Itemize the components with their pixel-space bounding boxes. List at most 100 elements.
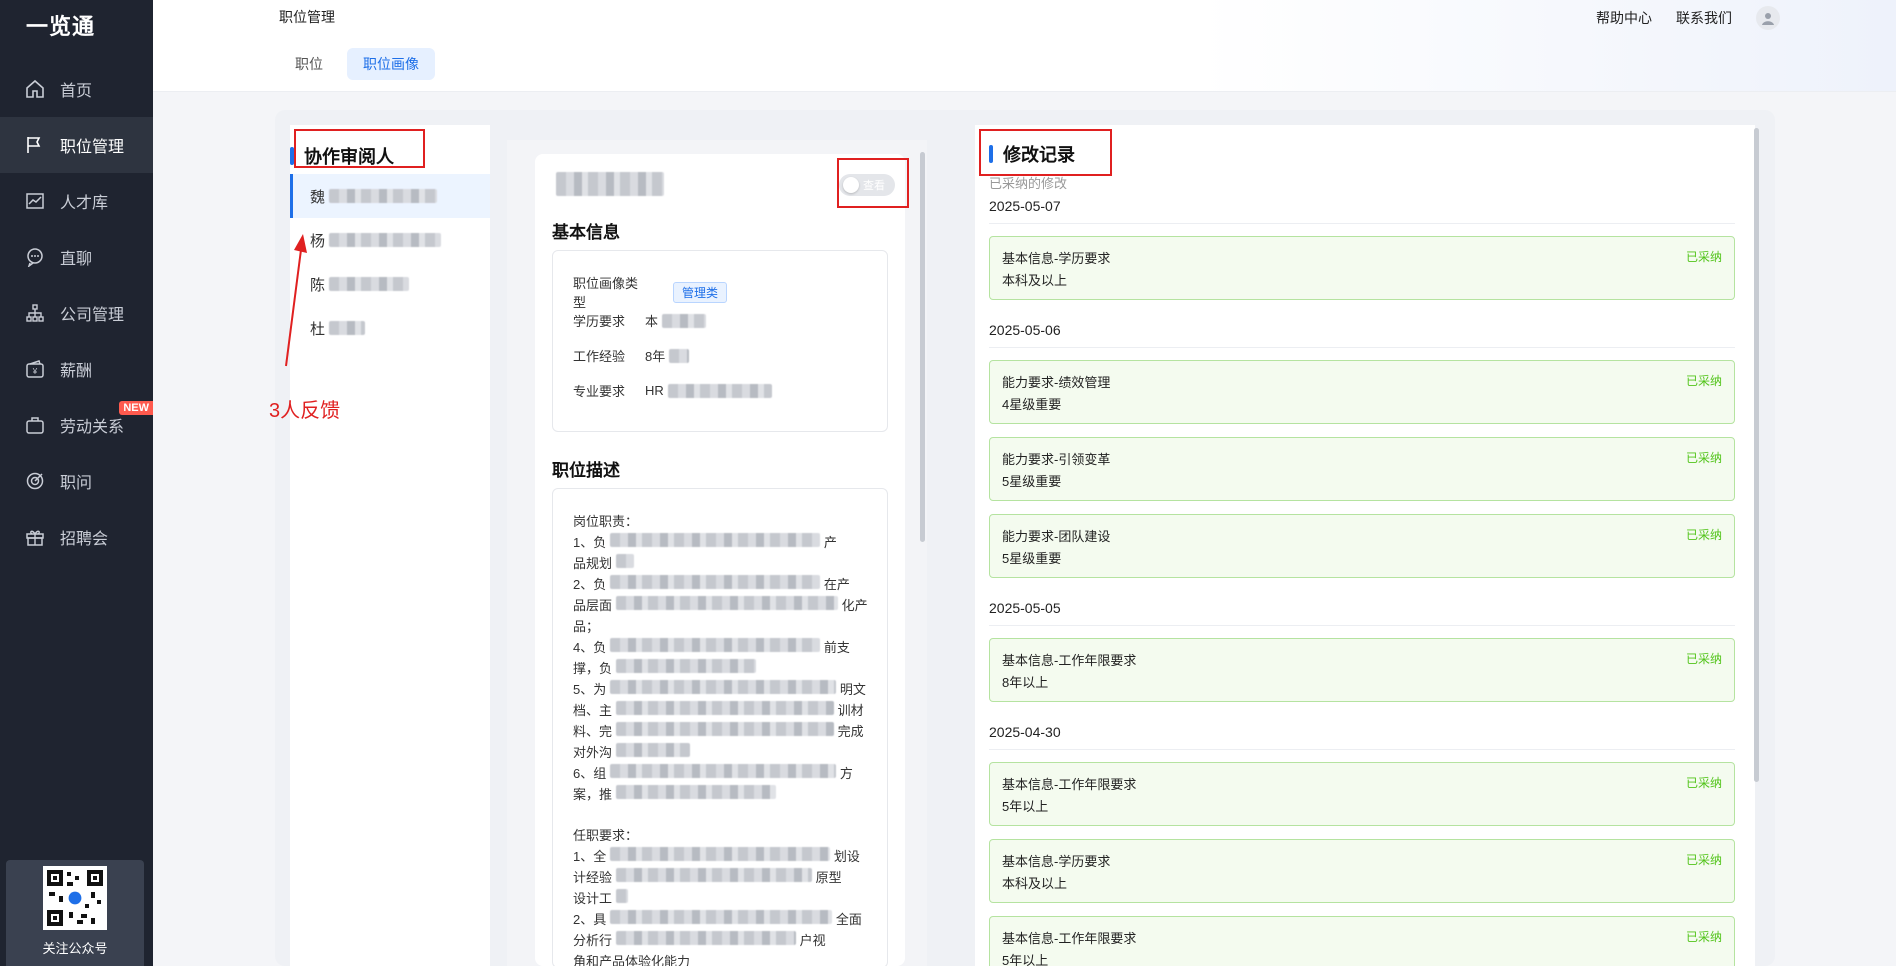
- desc-text: 撑，负: [573, 661, 613, 676]
- record-value: 5年以上: [1002, 799, 1049, 814]
- desc-text: 4、负: [573, 640, 607, 655]
- nav-item-label: 招聘会: [60, 531, 109, 548]
- desc-line: 4、负 前支: [573, 637, 850, 656]
- reviewer-name: 杨: [310, 232, 326, 250]
- reviewer-item[interactable]: 陈: [290, 262, 490, 306]
- record-date: 2025-04-30: [989, 724, 1061, 740]
- record-item[interactable]: 基本信息-工作年限要求 5年以上 已采纳: [989, 916, 1735, 966]
- desc-line: 料、完 完成: [573, 721, 864, 740]
- record-item[interactable]: 能力要求-绩效管理 4星级重要 已采纳: [989, 360, 1735, 424]
- desc-text: 方: [839, 766, 853, 781]
- info-row-education: 学历要求 本: [573, 311, 707, 330]
- record-status: 已采纳: [1685, 930, 1722, 944]
- avatar[interactable]: [1756, 6, 1780, 30]
- contact-us-link[interactable]: 联系我们: [1676, 8, 1732, 28]
- nav-item-label: 人才库: [60, 195, 109, 212]
- record-value: 5星级重要: [1002, 474, 1062, 489]
- nav-item-label: 直聊: [60, 251, 93, 268]
- nav-item-home[interactable]: 首页: [0, 61, 153, 117]
- nav-item-company[interactable]: 公司管理: [0, 285, 153, 341]
- annotation-box-reviewers: [294, 129, 425, 168]
- record-title: 能力要求-团队建设: [1002, 529, 1111, 544]
- job-desc-box: 岗位职责： 1、负 产 品规划 2、负 在产 品层面 化产 品； 4、负 前支 …: [552, 488, 888, 966]
- tab-job-profile[interactable]: 职位画像: [347, 48, 435, 80]
- records-scrollbar[interactable]: [1754, 128, 1759, 782]
- desc-text: 品规划: [573, 556, 613, 571]
- help-center-link[interactable]: 帮助中心: [1596, 8, 1652, 28]
- req-line: 角和产品体验化能力: [573, 951, 690, 966]
- reviewer-name: 杜: [310, 320, 326, 338]
- redacted-text: [616, 785, 777, 799]
- nav-item-job-fair[interactable]: 招聘会: [0, 509, 153, 565]
- record-item[interactable]: 基本信息-学历要求 本科及以上 已采纳: [989, 236, 1735, 300]
- gift-icon: [24, 526, 46, 548]
- desc-text: 1、全: [573, 849, 607, 864]
- record-title: 基本信息-工作年限要求: [1002, 653, 1137, 668]
- target-icon: [24, 470, 46, 492]
- redacted-value: [669, 348, 690, 363]
- reviewer-item[interactable]: 魏: [290, 174, 490, 218]
- redacted-text: [610, 764, 837, 778]
- record-date: 2025-05-05: [989, 600, 1061, 616]
- record-title: 基本信息-工作年限要求: [1002, 777, 1137, 792]
- req-line: 2、具 全面: [573, 909, 862, 928]
- nav-item-chat[interactable]: 直聊: [0, 229, 153, 285]
- basic-info-box: 职位画像类型 管理类 学历要求 本 工作经验 8年 专业要求 HR: [552, 250, 888, 432]
- profile-scrollbar[interactable]: [920, 152, 925, 542]
- header-actions: 帮助中心 联系我们: [1572, 6, 1780, 30]
- profile-column: 查看 基本信息 职位画像类型 管理类 学历要求 本 工作经验 8年 专业要求 H…: [507, 140, 927, 966]
- date-divider: [989, 347, 1735, 348]
- redacted-name: [329, 321, 366, 335]
- date-divider: [989, 749, 1735, 750]
- desc-text: 品；: [573, 619, 600, 634]
- record-item[interactable]: 能力要求-团队建设 5星级重要 已采纳: [989, 514, 1735, 578]
- reviewer-item[interactable]: 杨: [290, 218, 490, 262]
- desc-text: 训材: [837, 703, 864, 718]
- duty-header: 岗位职责：: [573, 514, 639, 529]
- redacted-text: [610, 533, 821, 547]
- record-value: 5年以上: [1002, 953, 1049, 966]
- desc-line: 案，推: [573, 784, 777, 803]
- record-title: 基本信息-学历要求: [1002, 251, 1111, 266]
- chart-icon: [24, 190, 46, 212]
- record-item[interactable]: 基本信息-工作年限要求 8年以上 已采纳: [989, 638, 1735, 702]
- record-date: 2025-05-06: [989, 322, 1061, 338]
- app-logo[interactable]: 一览通: [0, 0, 153, 50]
- reviewer-item[interactable]: 杜: [290, 306, 490, 350]
- info-row-type: 职位画像类型 管理类: [573, 273, 728, 311]
- nav-item-jobs[interactable]: 职位管理: [0, 117, 153, 173]
- field-value: 本: [645, 314, 659, 329]
- nav-item-salary[interactable]: ¥ 薪酬: [0, 341, 153, 397]
- desc-text: 划设: [833, 849, 860, 864]
- field-value: 8年: [645, 349, 666, 364]
- nav-item-talent[interactable]: 人才库: [0, 173, 153, 229]
- desc-text: 分析行: [573, 933, 613, 948]
- profile-card: 查看 基本信息 职位画像类型 管理类 学历要求 本 工作经验 8年 专业要求 H…: [535, 154, 905, 966]
- annotation-box-toggle: [837, 158, 909, 208]
- job-desc-title: 职位描述: [552, 461, 620, 480]
- field-label: 学历要求: [573, 314, 626, 329]
- desc-text: 产: [823, 535, 837, 550]
- record-item[interactable]: 基本信息-学历要求 本科及以上 已采纳: [989, 839, 1735, 903]
- desc-line: 对外沟: [573, 742, 691, 761]
- req-header: 任职要求：: [573, 828, 639, 843]
- record-status: 已采纳: [1685, 528, 1722, 542]
- record-item[interactable]: 能力要求-引领变革 5星级重要 已采纳: [989, 437, 1735, 501]
- nav-item-label: 薪酬: [60, 363, 93, 380]
- redacted-name: [329, 189, 438, 203]
- desc-text: 明文: [839, 682, 866, 697]
- record-item[interactable]: 基本信息-工作年限要求 5年以上 已采纳: [989, 762, 1735, 826]
- annotation-arrow-icon: [285, 234, 307, 367]
- tab-jobs[interactable]: 职位: [279, 48, 339, 80]
- redacted-text: [616, 743, 691, 757]
- field-value: HR: [645, 383, 664, 398]
- redacted-text: [610, 638, 821, 652]
- records-panel: 修改记录 已采纳的修改 2025-05-07 基本信息-学历要求 本科及以上 已…: [975, 125, 1755, 966]
- desc-text: 料、完: [573, 724, 613, 739]
- nav-item-labor[interactable]: 劳动关系 NEW: [0, 397, 153, 453]
- desc-text: 2、负: [573, 577, 607, 592]
- record-title: 能力要求-引领变革: [1002, 452, 1111, 467]
- briefcase-icon: [24, 414, 46, 436]
- qr-follow-box[interactable]: 关注公众号: [6, 860, 144, 966]
- nav-item-ask[interactable]: 职问: [0, 453, 153, 509]
